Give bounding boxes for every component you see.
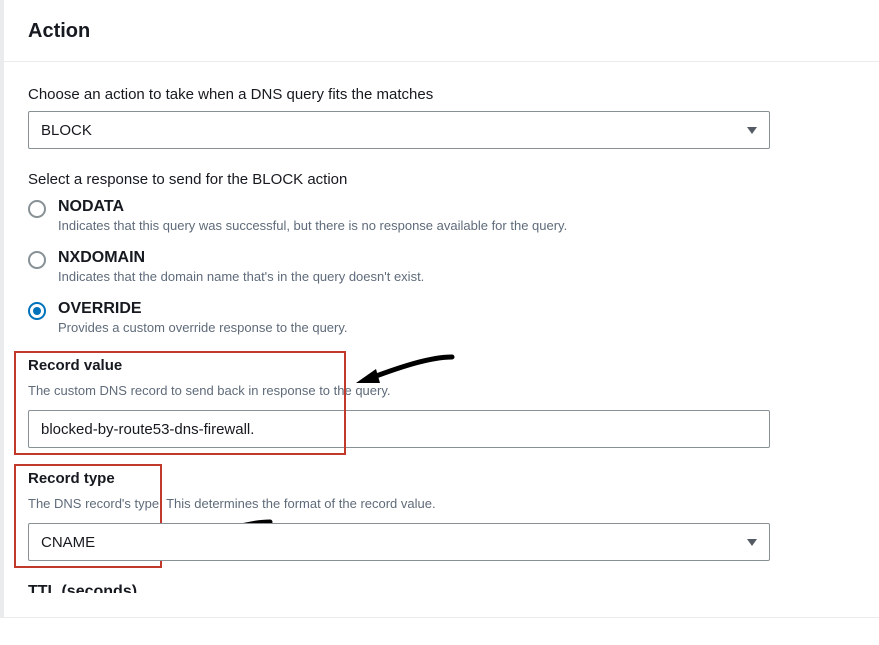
ttl-group-cutoff: TTL (seconds) [28, 583, 855, 593]
action-select-group: Choose an action to take when a DNS quer… [28, 86, 855, 149]
radio-option-override[interactable]: OVERRIDE Provides a custom override resp… [28, 300, 855, 335]
action-select-label: Choose an action to take when a DNS quer… [28, 86, 855, 103]
record-value-desc: The custom DNS record to send back in re… [28, 382, 855, 400]
response-radio-group: NODATA Indicates that this query was suc… [28, 198, 855, 335]
radio-text: NXDOMAIN Indicates that the domain name … [58, 249, 424, 284]
radio-icon [28, 302, 46, 320]
radio-desc-nodata: Indicates that this query was successful… [58, 218, 567, 233]
radio-icon [28, 200, 46, 218]
record-value-group: Record value The custom DNS record to se… [28, 357, 855, 448]
radio-option-nodata[interactable]: NODATA Indicates that this query was suc… [28, 198, 855, 233]
radio-desc-override: Provides a custom override response to t… [58, 320, 348, 335]
record-type-label: Record type [28, 470, 855, 487]
record-type-desc: The DNS record's type. This determines t… [28, 495, 855, 513]
radio-label-nxdomain: NXDOMAIN [58, 249, 424, 267]
response-group: Select a response to send for the BLOCK … [28, 171, 855, 335]
action-select-value: BLOCK [41, 122, 92, 139]
panel-header: Action [4, 0, 879, 62]
panel-title: Action [28, 20, 855, 43]
action-select[interactable]: BLOCK [28, 111, 770, 149]
ttl-label: TTL (seconds) [28, 583, 137, 593]
panel-body: Choose an action to take when a DNS quer… [4, 62, 879, 617]
record-value-input[interactable] [28, 410, 770, 448]
radio-desc-nxdomain: Indicates that the domain name that's in… [58, 269, 424, 284]
record-value-label: Record value [28, 357, 855, 374]
record-type-select-wrap: CNAME [28, 523, 770, 561]
radio-text: OVERRIDE Provides a custom override resp… [58, 300, 348, 335]
record-type-value: CNAME [41, 534, 95, 551]
record-type-group: Record type The DNS record's type. This … [28, 470, 855, 561]
radio-icon [28, 251, 46, 269]
radio-label-override: OVERRIDE [58, 300, 348, 318]
radio-label-nodata: NODATA [58, 198, 567, 216]
radio-option-nxdomain[interactable]: NXDOMAIN Indicates that the domain name … [28, 249, 855, 284]
action-panel: Action Choose an action to take when a D… [0, 0, 879, 618]
response-label: Select a response to send for the BLOCK … [28, 171, 855, 188]
radio-text: NODATA Indicates that this query was suc… [58, 198, 567, 233]
action-select-wrap: BLOCK [28, 111, 770, 149]
record-type-select[interactable]: CNAME [28, 523, 770, 561]
